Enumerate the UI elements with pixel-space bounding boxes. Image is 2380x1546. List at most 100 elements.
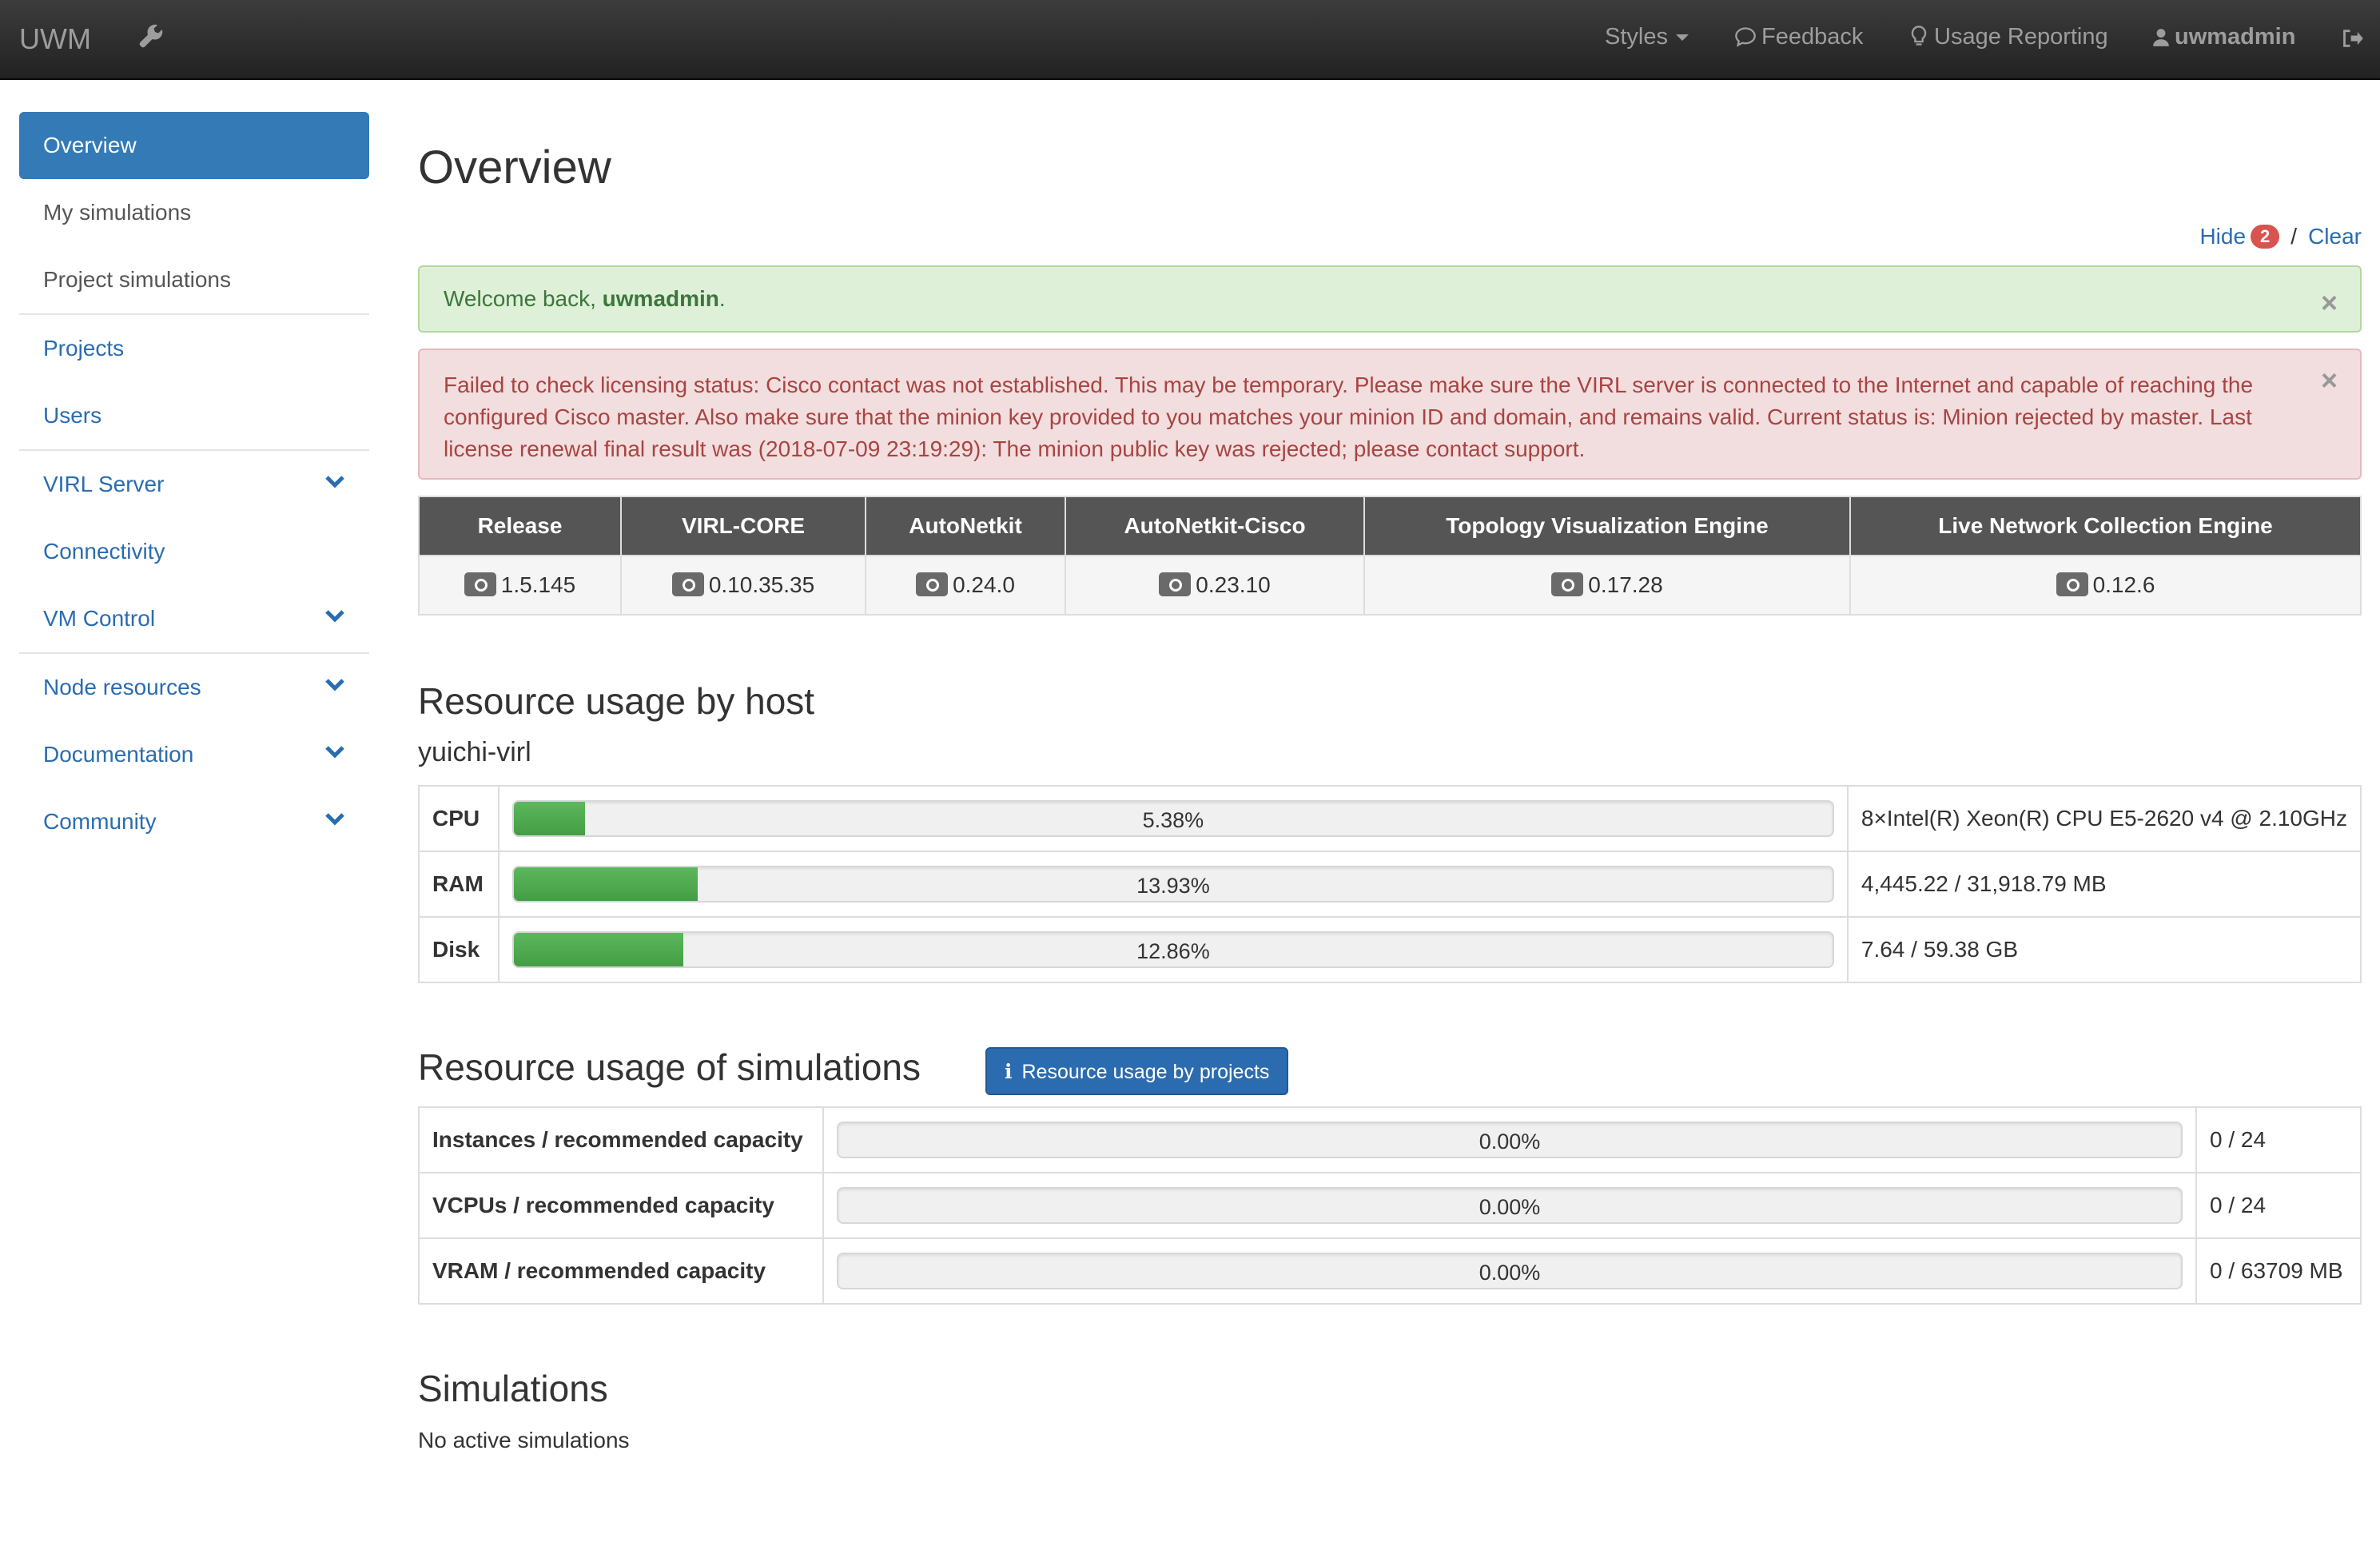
- sidebar-item-project-simulations[interactable]: Project simulations: [19, 246, 369, 313]
- feedback-link[interactable]: Feedback: [1734, 24, 1863, 50]
- sidebar-item-overview[interactable]: Overview: [19, 112, 369, 179]
- instances-progress-bar: 0.00%: [837, 1122, 2183, 1158]
- column-header: Live Network Collection Engine: [1849, 496, 2362, 556]
- caret-down-icon: [1675, 34, 1689, 41]
- progress-cell: 13.93%: [497, 851, 1849, 918]
- column-header: AutoNetkit: [865, 496, 1066, 556]
- sidebar-item-projects[interactable]: Projects: [19, 315, 369, 382]
- version-cell: 1.5.145: [418, 555, 622, 616]
- sidebar-nav: Overview My simulations Project simulati…: [19, 112, 369, 855]
- progress-cell: 0.00%: [822, 1237, 2197, 1305]
- progress-text: 12.86%: [1136, 939, 1210, 963]
- progress-text: 0.00%: [1479, 1195, 1541, 1219]
- sidebar-item-label: My simulations: [43, 200, 192, 225]
- versions-row: 1.5.145 0.10.35.35 0.24.0 0.23.10 0.17.2…: [418, 555, 2362, 616]
- hide-alerts-link[interactable]: Hide 2: [2199, 224, 2280, 249]
- cpu-progress-bar: 5.38%: [511, 800, 1834, 837]
- sidebar-item-node-resources[interactable]: Node resources: [19, 654, 369, 721]
- version-value: 0.10.35.35: [708, 572, 815, 597]
- chevron-down-icon: [325, 679, 344, 691]
- table-row: VRAM / recommended capacity 0.00% 0 / 63…: [418, 1237, 2362, 1305]
- resource-usage-by-projects-button[interactable]: i Resource usage by projects: [985, 1047, 1289, 1095]
- sidebar-item-label: VIRL Server: [43, 472, 165, 496]
- table-row: RAM 13.93% 4,445.22 / 31,918.79 MB: [418, 851, 2362, 918]
- version-cell: 0.24.0: [865, 555, 1066, 616]
- welcome-alert: Welcome back, uwmadmin. ×: [418, 265, 2362, 333]
- ram-progress-bar: 13.93%: [511, 866, 1834, 902]
- separator: /: [2290, 224, 2298, 249]
- column-header: VIRL-CORE: [620, 496, 866, 556]
- table-row: CPU 5.38% 8×Intel(R) Xeon(R) CPU E5-2620…: [418, 785, 2362, 852]
- sidebar-item-label: Community: [43, 809, 157, 834]
- vram-progress-bar: 0.00%: [837, 1253, 2183, 1289]
- usage-reporting-link[interactable]: Usage Reporting: [1908, 24, 2108, 50]
- comment-icon: [1735, 27, 1756, 47]
- alert-count-badge: 2: [2251, 225, 2280, 249]
- user-menu[interactable]: uwmadmin: [2152, 24, 2295, 50]
- sidebar-item-users[interactable]: Users: [19, 382, 369, 449]
- chevron-down-icon: [325, 746, 344, 759]
- license-error-alert: Failed to check licensing status: Cisco …: [418, 349, 2362, 480]
- sidebar-item-documentation[interactable]: Documentation: [19, 721, 369, 788]
- brand-logo[interactable]: UWM: [19, 22, 91, 56]
- no-simulations-text: No active simulations: [418, 1428, 630, 1452]
- simulations-heading: Simulations: [418, 1368, 608, 1409]
- error-message: Failed to check licensing status: Cisco …: [444, 373, 2254, 461]
- resource-detail: 0 / 24: [2195, 1172, 2362, 1239]
- host-usage-heading: Resource usage by host: [418, 680, 815, 722]
- close-icon[interactable]: ×: [2321, 286, 2338, 320]
- resource-detail: 8×Intel(R) Xeon(R) CPU E5-2620 v4 @ 2.10…: [1846, 785, 2362, 852]
- gear-icon[interactable]: [671, 572, 704, 596]
- resource-label: Disk: [418, 916, 499, 983]
- sidebar-item-label: Documentation: [43, 742, 194, 767]
- progress-cell: 12.86%: [497, 916, 1849, 983]
- version-value: 0.17.28: [1588, 572, 1663, 597]
- gear-icon[interactable]: [1159, 572, 1192, 596]
- resource-detail: 0 / 63709 MB: [2195, 1237, 2362, 1305]
- logout-icon[interactable]: [2342, 26, 2369, 52]
- versions-table: Release VIRL-CORE AutoNetkit AutoNetkit-…: [418, 496, 2362, 616]
- usage-reporting-label: Usage Reporting: [1934, 24, 2108, 50]
- clear-alerts-link[interactable]: Clear: [2308, 224, 2362, 249]
- version-cell: 0.12.6: [1849, 555, 2362, 616]
- vcpus-progress-bar: 0.00%: [837, 1187, 2183, 1224]
- sidebar-item-label: Projects: [43, 336, 125, 361]
- host-name: yuichi-virl: [418, 737, 531, 767]
- gear-icon[interactable]: [464, 572, 496, 596]
- chevron-down-icon: [325, 610, 344, 623]
- welcome-username: uwmadmin: [602, 286, 719, 311]
- styles-dropdown[interactable]: Styles: [1605, 24, 1689, 50]
- wrench-icon[interactable]: [137, 22, 165, 50]
- sidebar-item-my-simulations[interactable]: My simulations: [19, 179, 369, 246]
- welcome-prefix: Welcome back,: [444, 286, 603, 311]
- page-title: Overview: [418, 141, 611, 193]
- sidebar-item-connectivity[interactable]: Connectivity: [19, 518, 369, 585]
- sidebar-item-label: VM Control: [43, 606, 156, 631]
- chevron-down-icon: [325, 813, 344, 826]
- gear-icon[interactable]: [916, 572, 949, 596]
- sidebar-item-virl-server[interactable]: VIRL Server: [19, 451, 369, 518]
- info-icon: i: [1005, 1060, 1013, 1083]
- sim-usage-table: Instances / recommended capacity 0.00% 0…: [418, 1106, 2362, 1305]
- sidebar-item-vm-control[interactable]: VM Control: [19, 585, 369, 652]
- progress-cell: 0.00%: [822, 1106, 2197, 1173]
- alert-controls: Hide 2 / Clear: [2199, 224, 2362, 249]
- progress-text: 13.93%: [1136, 874, 1210, 898]
- column-header: AutoNetkit-Cisco: [1065, 496, 1365, 556]
- resource-label: VCPUs / recommended capacity: [418, 1172, 824, 1239]
- gear-icon[interactable]: [1551, 572, 1584, 596]
- table-row: Instances / recommended capacity 0.00% 0…: [418, 1106, 2362, 1173]
- resource-label: VRAM / recommended capacity: [418, 1237, 824, 1305]
- hide-label: Hide: [2199, 224, 2247, 249]
- feedback-label: Feedback: [1761, 24, 1864, 50]
- gear-icon[interactable]: [2056, 572, 2088, 596]
- table-row: Disk 12.86% 7.64 / 59.38 GB: [418, 916, 2362, 983]
- version-value: 0.23.10: [1196, 572, 1271, 597]
- close-icon[interactable]: ×: [2321, 365, 2338, 396]
- sidebar-item-community[interactable]: Community: [19, 788, 369, 855]
- version-value: 0.12.6: [2092, 572, 2155, 597]
- version-cell: 0.23.10: [1065, 555, 1365, 616]
- resource-label: CPU: [418, 785, 499, 852]
- version-value: 0.24.0: [953, 572, 1015, 597]
- versions-header-row: Release VIRL-CORE AutoNetkit AutoNetkit-…: [418, 496, 2362, 556]
